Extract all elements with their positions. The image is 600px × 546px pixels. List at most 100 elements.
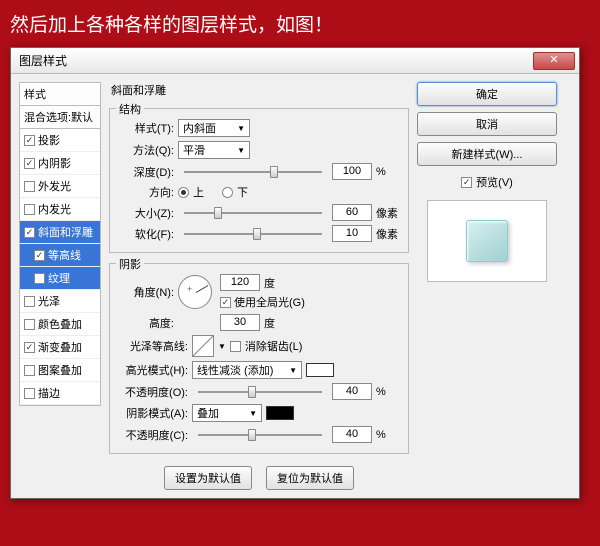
style-checkbox[interactable] [24,342,35,353]
ok-button[interactable]: 确定 [417,82,557,106]
highlight-opacity-input[interactable]: 40 [332,383,372,400]
preview-box [427,200,547,282]
pct-unit: % [376,429,400,441]
direction-label: 方向: [118,184,174,200]
soften-input[interactable]: 10 [332,225,372,242]
direction-up-radio[interactable] [178,187,189,198]
technique-value: 平滑 [183,142,205,158]
preview-checkbox[interactable] [461,177,472,188]
cancel-button[interactable]: 取消 [417,112,557,136]
set-default-button[interactable]: 设置为默认值 [164,466,252,490]
soften-slider[interactable] [184,226,322,242]
pct-unit: % [376,166,400,178]
angle-input[interactable]: 120 [220,274,260,291]
style-checkbox[interactable] [24,296,35,307]
structure-legend: 结构 [116,101,144,117]
size-label: 大小(Z): [118,205,174,221]
dialog-title: 图层样式 [15,52,533,69]
chevron-down-icon: ▼ [289,366,297,375]
blend-options[interactable]: 混合选项:默认 [19,106,101,129]
altitude-input[interactable]: 30 [220,314,260,331]
style-select[interactable]: 内斜面 ▼ [178,119,250,137]
style-item-label: 图案叠加 [38,362,82,378]
layer-style-dialog: 图层样式 ✕ 样式 混合选项:默认 投影内阴影外发光内发光斜面和浮雕等高线纹理光… [10,47,580,499]
gloss-contour-picker[interactable] [192,335,214,357]
style-item[interactable]: 纹理 [20,267,100,290]
style-item-label: 纹理 [48,270,70,286]
deg-unit: 度 [264,275,275,291]
chevron-down-icon[interactable]: ▼ [218,342,226,351]
direction-down-radio[interactable] [222,187,233,198]
page-caption: 然后加上各种各样的图层样式，如图！ [10,10,590,37]
right-panel: 确定 取消 新建样式(W)... 预览(V) [417,82,557,490]
styles-header[interactable]: 样式 [19,82,101,106]
up-label: 上 [193,184,204,200]
deg-unit: 度 [264,315,275,331]
style-item-label: 投影 [38,132,60,148]
new-style-button[interactable]: 新建样式(W)... [417,142,557,166]
highlight-mode-value: 线性减淡 (添加) [197,362,273,378]
style-checkbox[interactable] [24,135,35,146]
style-item[interactable]: 渐变叠加 [20,336,100,359]
style-checkbox[interactable] [24,227,35,238]
antialias-checkbox[interactable] [230,341,241,352]
style-checkbox[interactable] [24,319,35,330]
global-light-checkbox[interactable] [220,297,231,308]
style-item-label: 斜面和浮雕 [38,224,93,240]
style-item[interactable]: 内发光 [20,198,100,221]
style-item[interactable]: 等高线 [20,244,100,267]
style-item[interactable]: 描边 [20,382,100,405]
style-item-label: 描边 [38,385,60,401]
style-checkbox[interactable] [24,181,35,192]
style-item-label: 内发光 [38,201,71,217]
highlight-opacity-slider[interactable] [198,384,322,400]
style-checkbox[interactable] [34,273,45,284]
shadow-color-chip[interactable] [266,406,294,420]
style-item[interactable]: 内阴影 [20,152,100,175]
style-item[interactable]: 外发光 [20,175,100,198]
shadow-opacity-label: 不透明度(C): [118,427,188,443]
angle-control[interactable] [178,275,212,309]
style-checkbox[interactable] [24,388,35,399]
style-checkbox[interactable] [24,158,35,169]
shadow-mode-select[interactable]: 叠加▼ [192,404,262,422]
down-label: 下 [237,184,248,200]
highlight-mode-select[interactable]: 线性减淡 (添加) ▼ [192,361,302,379]
px-unit: 像素 [376,205,400,221]
style-item-label: 外发光 [38,178,71,194]
style-item-label: 内阴影 [38,155,71,171]
shadow-opacity-input[interactable]: 40 [332,426,372,443]
style-list: 投影内阴影外发光内发光斜面和浮雕等高线纹理光泽颜色叠加渐变叠加图案叠加描边 [19,129,101,406]
style-item[interactable]: 光泽 [20,290,100,313]
style-checkbox[interactable] [24,204,35,215]
styles-panel: 样式 混合选项:默认 投影内阴影外发光内发光斜面和浮雕等高线纹理光泽颜色叠加渐变… [19,82,101,490]
highlight-opacity-label: 不透明度(O): [118,384,188,400]
style-checkbox[interactable] [34,250,45,261]
antialias-label: 消除锯齿(L) [245,338,302,354]
highlight-color-chip[interactable] [306,363,334,377]
depth-slider[interactable] [184,164,322,180]
preview-label: 预览(V) [476,174,513,190]
size-slider[interactable] [184,205,322,221]
shadow-mode-value: 叠加 [197,405,219,421]
size-input[interactable]: 60 [332,204,372,221]
style-item[interactable]: 图案叠加 [20,359,100,382]
px-unit: 像素 [376,226,400,242]
style-item-label: 渐变叠加 [38,339,82,355]
style-item-label: 等高线 [48,247,81,263]
global-light-label: 使用全局光(G) [234,294,305,310]
style-item[interactable]: 斜面和浮雕 [20,221,100,244]
style-item-label: 颜色叠加 [38,316,82,332]
style-value: 内斜面 [183,120,216,136]
style-item[interactable]: 投影 [20,129,100,152]
close-button[interactable]: ✕ [533,52,575,70]
soften-label: 软化(F): [118,226,174,242]
style-checkbox[interactable] [24,365,35,376]
reset-default-button[interactable]: 复位为默认值 [266,466,354,490]
shadow-mode-label: 阴影模式(A): [118,405,188,421]
depth-input[interactable]: 100 [332,163,372,180]
style-item[interactable]: 颜色叠加 [20,313,100,336]
chevron-down-icon: ▼ [237,124,245,133]
shadow-opacity-slider[interactable] [198,427,322,443]
technique-select[interactable]: 平滑▼ [178,141,250,159]
